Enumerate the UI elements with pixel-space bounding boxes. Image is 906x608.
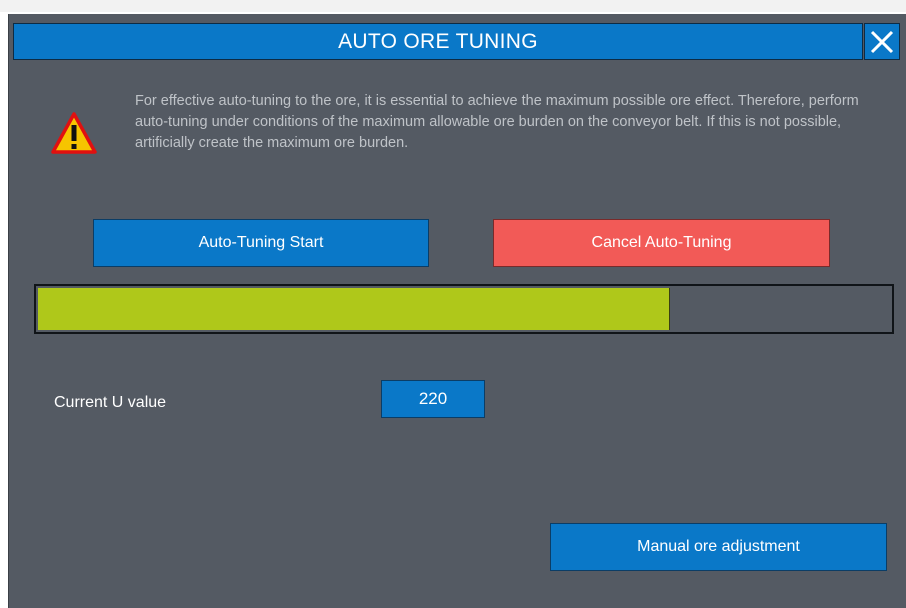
manual-ore-adjustment-label: Manual ore adjustment bbox=[637, 538, 800, 555]
dialog-title: AUTO ORE TUNING bbox=[338, 29, 538, 53]
current-u-value: 220 bbox=[381, 380, 485, 418]
current-u-value-text: 220 bbox=[418, 389, 448, 408]
close-icon bbox=[870, 30, 894, 53]
auto-ore-tuning-dialog: AUTO ORE TUNING For effective auto-tunin… bbox=[8, 14, 906, 608]
auto-tuning-start-label: Auto-Tuning Start bbox=[198, 234, 324, 251]
cancel-auto-tuning-button[interactable]: Cancel Auto-Tuning bbox=[493, 219, 830, 267]
manual-ore-adjustment-button[interactable]: Manual ore adjustment bbox=[550, 523, 887, 571]
dialog-title-bar: AUTO ORE TUNING bbox=[13, 23, 863, 60]
cancel-auto-tuning-label: Cancel Auto-Tuning bbox=[591, 234, 732, 251]
auto-tuning-start-button[interactable]: Auto-Tuning Start bbox=[93, 219, 429, 267]
warning-icon bbox=[51, 112, 97, 154]
warning-notice-text: For effective auto-tuning to the ore, it… bbox=[135, 93, 859, 151]
background-strip bbox=[0, 0, 906, 12]
progress-fill bbox=[38, 288, 671, 330]
tuning-progress-bar bbox=[34, 284, 894, 334]
close-button[interactable] bbox=[864, 23, 900, 60]
current-u-label: Current U value bbox=[54, 394, 167, 411]
